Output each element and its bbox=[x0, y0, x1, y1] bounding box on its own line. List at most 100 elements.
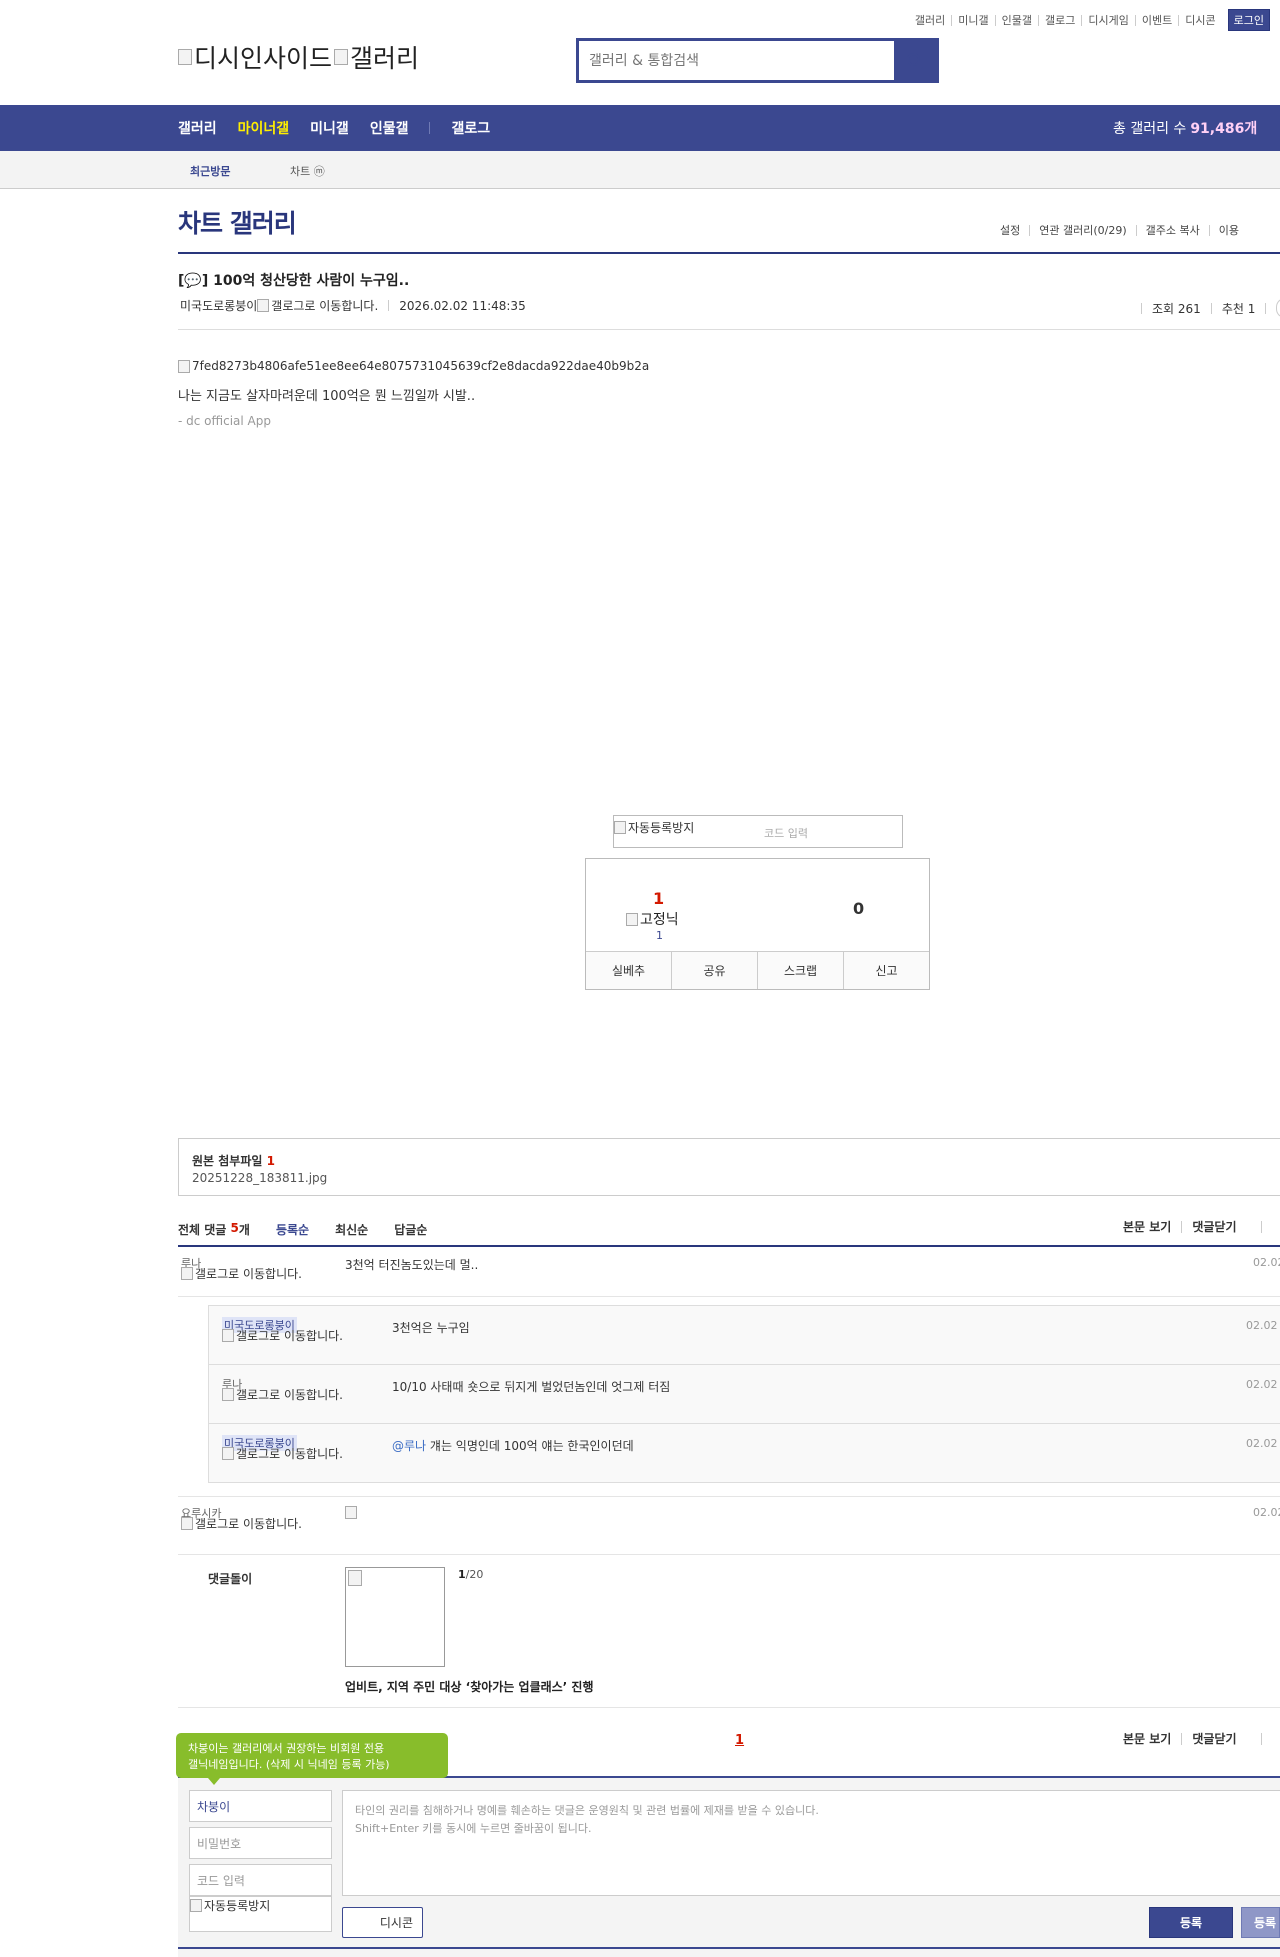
gnb-menu: 갤러리 마이너갤 미니갤 인물갤 갤로그 bbox=[178, 105, 511, 151]
password-field[interactable]: 비밀번호 bbox=[189, 1827, 332, 1859]
post-image[interactable]: 7fed8273b4806afe51ee8ee64e8075731045639c… bbox=[178, 359, 649, 373]
view-body-button[interactable]: 본문 보기 bbox=[1123, 1221, 1181, 1233]
gnb-item-gallery[interactable]: 갤러리 bbox=[178, 118, 217, 138]
code-field[interactable]: 코드 입력 bbox=[189, 1864, 332, 1896]
fixed-nick-recommend: 고정닉 bbox=[626, 909, 679, 929]
nick-field[interactable]: 차붕이 bbox=[189, 1790, 332, 1822]
comment-gallog-icon[interactable]: 갤로그로 이동합니다. bbox=[181, 1517, 309, 1530]
comment-header-actions: 본문 보기 댓글닫기 bbox=[1123, 1221, 1262, 1233]
logo-dcinside[interactable]: 디시인사이드 bbox=[178, 39, 332, 75]
comment-item: 루나 갤로그로 이동합니다. 3천억 터진놈도있는데 멀.. 02.02 bbox=[178, 1247, 1280, 1297]
gallery-title[interactable]: 차트 갤러리 bbox=[178, 204, 297, 240]
bot-headline[interactable]: 업비트, 지역 주민 대상 ‘찾아가는 업클래스’ 진행 bbox=[345, 1678, 594, 1695]
write-captcha-image: 자동등록방지 bbox=[190, 1897, 270, 1914]
write-captcha: 자동등록방지 bbox=[189, 1896, 332, 1932]
reply-text: 10/10 사태때 숏으로 뒤지게 벌었던놈인데 엇그제 터짐 bbox=[392, 1380, 671, 1394]
search-button[interactable] bbox=[894, 41, 936, 80]
gallery-options: 설정 연관 갤러리(0/29) 갤주소 복사 이용 bbox=[1000, 225, 1248, 236]
comment-notice-2: Shift+Enter 키를 동시에 누르면 줄바꿈이 됩니다. bbox=[355, 1822, 592, 1835]
comment-total-count: 5 bbox=[230, 1221, 239, 1235]
comment-textarea[interactable]: 타인의 권리를 침해하거나 명예를 훼손하는 댓글은 운영원칙 및 관련 법률에… bbox=[342, 1790, 1280, 1896]
gallery-total-count: 총 갤러리 수 91,486개 bbox=[1113, 105, 1257, 151]
gallery-option-copy-url[interactable]: 갤주소 복사 bbox=[1135, 225, 1209, 236]
comment-count-badge[interactable] bbox=[1276, 298, 1280, 318]
recent-visit-item[interactable]: 차트 ⓜ bbox=[290, 163, 325, 179]
gnb-item-gallog[interactable]: 갤로그 bbox=[451, 118, 490, 138]
recent-visit-label[interactable]: 최근방문 bbox=[190, 163, 230, 179]
scrap-button[interactable]: 스크랩 bbox=[757, 952, 843, 989]
gallery-option-related[interactable]: 연관 갤러리(0/29) bbox=[1029, 225, 1135, 236]
share-button[interactable]: 공유 bbox=[671, 952, 757, 989]
util-link-person[interactable]: 인물갤 bbox=[994, 14, 1038, 26]
sort-by-register[interactable]: 등록순 bbox=[276, 1221, 309, 1238]
global-nav-bar: 갤러리 마이너갤 미니갤 인물갤 갤로그 총 갤러리 수 91,486개 bbox=[0, 105, 1280, 151]
divider bbox=[1210, 302, 1212, 314]
gnb-item-person[interactable]: 인물갤 bbox=[370, 118, 409, 138]
util-link-event[interactable]: 이벤트 bbox=[1134, 14, 1178, 26]
comment-gallog-icon[interactable]: 갤로그로 이동합니다. bbox=[181, 1267, 309, 1280]
search-input[interactable] bbox=[579, 41, 894, 80]
comment-footer-actions: 본문 보기 댓글닫기 bbox=[1123, 1733, 1262, 1745]
comment-notice-1: 타인의 권리를 침해하거나 명예를 훼손하는 댓글은 운영원칙 및 관련 법률에… bbox=[355, 1804, 819, 1817]
logo-gallery[interactable]: 갤러리 bbox=[334, 39, 419, 75]
broken-image-icon bbox=[222, 1447, 234, 1460]
comment-text: 3천억 터진놈도있는데 멀.. bbox=[345, 1258, 479, 1272]
divider bbox=[388, 300, 390, 311]
util-link-dcgame[interactable]: 디시게임 bbox=[1081, 14, 1134, 26]
post-stats: 조회 261 추천 1 bbox=[1131, 298, 1280, 318]
captcha-code-input[interactable]: 코드 입력 bbox=[764, 825, 808, 841]
gallery-option-settings[interactable]: 설정 bbox=[1000, 225, 1029, 236]
comment-item: 요루시카 갤로그로 이동합니다. 02.02 bbox=[178, 1496, 1280, 1555]
reply-item: 미국도로롱붕이 갤로그로 이동합니다. 3천억은 누구임 02.02 bbox=[209, 1306, 1280, 1365]
gnb-item-mini[interactable]: 미니갤 bbox=[310, 118, 349, 138]
recommend-up-count[interactable]: 1 bbox=[653, 889, 664, 908]
attachment-box: 원본 첨부파일 1 20251228_183811.jpg bbox=[178, 1138, 1280, 1196]
reply-list: 미국도로롱붕이 갤로그로 이동합니다. 3천억은 누구임 02.02 루나 갤로… bbox=[208, 1305, 1280, 1483]
reply-gallog-icon[interactable]: 갤로그로 이동합니다. bbox=[222, 1388, 350, 1401]
close-comments-button-bottom[interactable]: 댓글닫기 bbox=[1181, 1733, 1246, 1745]
post-writer-gallog-icon[interactable]: 갤로그로 이동합니다. bbox=[257, 297, 378, 314]
divider bbox=[1260, 1221, 1262, 1233]
recommend-captcha: 자동등록방지 코드 입력 bbox=[613, 815, 903, 848]
sort-by-latest[interactable]: 최신순 bbox=[335, 1221, 368, 1238]
comment-write-box: 차붕이 비밀번호 코드 입력 자동등록방지 타인의 권리를 침해하거나 명예를 … bbox=[178, 1776, 1280, 1957]
util-link-gallog[interactable]: 갤로그 bbox=[1038, 14, 1081, 26]
bot-ad-image[interactable] bbox=[345, 1567, 445, 1667]
fixed-nick-count: 1 bbox=[656, 929, 663, 942]
login-button[interactable]: 로그인 bbox=[1227, 9, 1270, 31]
report-button[interactable]: 신고 bbox=[843, 952, 929, 989]
reply-mention[interactable]: @루나 bbox=[392, 1439, 426, 1453]
post-writer-nick[interactable]: 미국도로롱붕이 bbox=[180, 297, 257, 314]
post-app-signature: - dc official App bbox=[178, 414, 271, 428]
reply-item: 루나 갤로그로 이동합니다. 10/10 사태때 숏으로 뒤지게 벌었던놈인데 … bbox=[209, 1365, 1280, 1424]
sort-by-reply[interactable]: 답글순 bbox=[394, 1221, 427, 1238]
gnb-item-minor[interactable]: 마이너갤 bbox=[238, 118, 290, 138]
broken-image-icon bbox=[178, 359, 190, 373]
attachment-file-link[interactable]: 20251228_183811.jpg bbox=[192, 1171, 327, 1185]
reply-gallog-icon[interactable]: 갤로그로 이동합니다. bbox=[222, 1329, 350, 1342]
submit-button[interactable]: 등록 bbox=[1149, 1907, 1233, 1938]
site-logo[interactable]: 디시인사이드 갤러리 bbox=[178, 39, 419, 75]
title-divider bbox=[178, 252, 1280, 254]
submit-recommend-button[interactable]: 등록 bbox=[1241, 1907, 1280, 1938]
nickname-tooltip: 차붕이는 갤러리에서 권장하는 비회원 전용 갤닉네임입니다. (삭제 시 닉네… bbox=[176, 1733, 448, 1785]
best-recommend-button[interactable]: 실베추 bbox=[586, 952, 671, 989]
broken-image-icon bbox=[181, 1517, 193, 1530]
util-link-gallery[interactable]: 갤러리 bbox=[909, 15, 951, 26]
dccon-button[interactable]: 디시콘 bbox=[342, 1907, 423, 1938]
util-link-mini[interactable]: 미니갤 bbox=[951, 14, 994, 26]
broken-image-icon bbox=[178, 49, 192, 65]
reply-gallog-icon[interactable]: 갤로그로 이동합니다. bbox=[222, 1447, 350, 1460]
util-link-dccon[interactable]: 디시콘 bbox=[1178, 14, 1221, 26]
gallery-option-usage[interactable]: 이용 bbox=[1208, 225, 1248, 236]
search-icon bbox=[907, 52, 923, 69]
reply-date: 02.02 bbox=[1246, 1378, 1278, 1391]
close-comments-button[interactable]: 댓글닫기 bbox=[1181, 1221, 1246, 1233]
tooltip-line-1: 차붕이는 갤러리에서 권장하는 비회원 전용 bbox=[188, 1742, 385, 1755]
reply-item: 미국도로롱붕이 갤로그로 이동합니다. @루나 걔는 익명인데 100억 얘는 … bbox=[209, 1424, 1280, 1483]
post-head-divider bbox=[178, 329, 1280, 330]
recommend-down-count[interactable]: 0 bbox=[853, 899, 864, 918]
view-body-button-bottom[interactable]: 본문 보기 bbox=[1123, 1733, 1181, 1745]
comment-page-current[interactable]: 1 bbox=[735, 1733, 744, 1748]
broken-image-icon bbox=[614, 821, 626, 834]
